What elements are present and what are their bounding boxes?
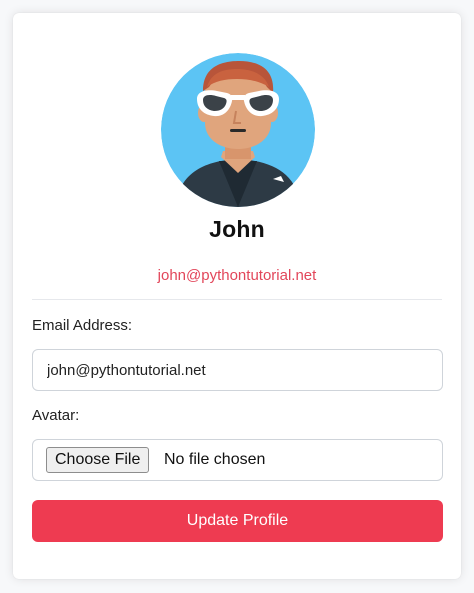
choose-file-button[interactable]: Choose File xyxy=(46,447,150,473)
avatar xyxy=(161,53,315,207)
profile-card: John john@pythontutorial.net Email Addre… xyxy=(13,13,461,579)
divider xyxy=(32,299,442,300)
email-label: Email Address: xyxy=(32,317,133,334)
avatar-illustration-icon xyxy=(161,53,315,207)
avatar-label: Avatar: xyxy=(32,407,80,424)
profile-email: john@pythontutorial.net xyxy=(157,267,317,284)
update-profile-button[interactable]: Update Profile xyxy=(32,500,443,542)
avatar-file-input[interactable]: Choose File No file chosen xyxy=(32,439,443,481)
profile-name: John xyxy=(209,216,265,242)
page-background: John john@pythontutorial.net Email Addre… xyxy=(0,0,474,593)
email-field[interactable] xyxy=(32,349,443,391)
file-status-text: No file chosen xyxy=(164,451,266,468)
